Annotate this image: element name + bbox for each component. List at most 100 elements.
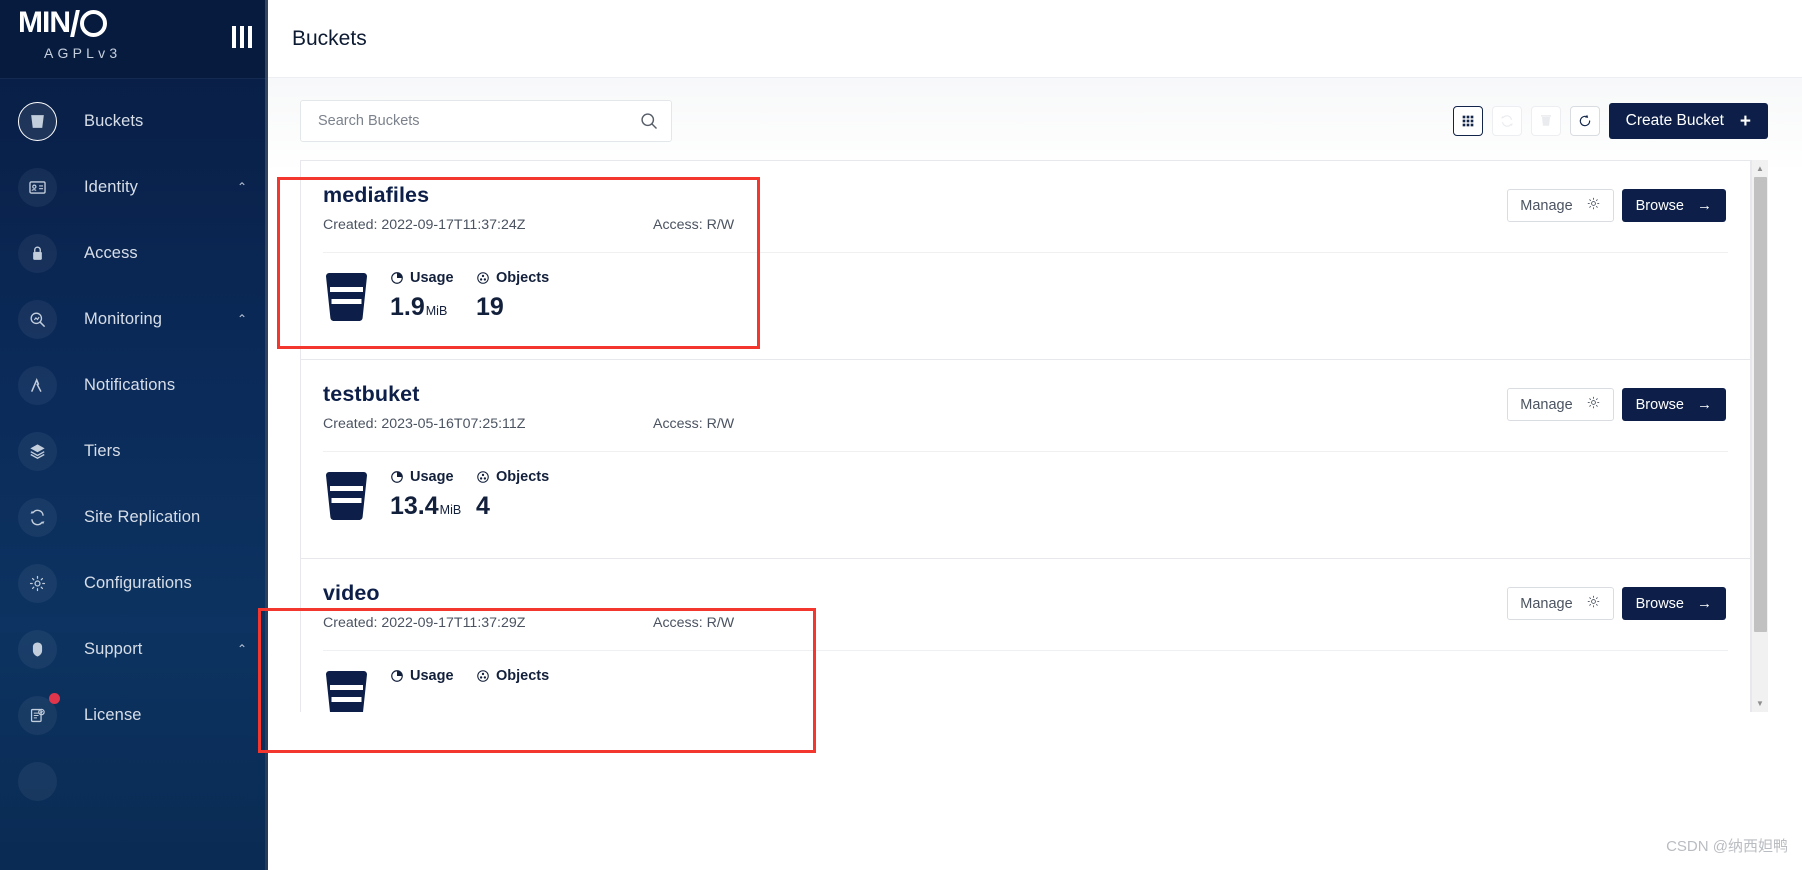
usage-text: Usage <box>410 468 454 485</box>
arrow-right-icon: → <box>1697 197 1712 214</box>
grid-view-button[interactable] <box>1452 106 1483 136</box>
card-divider <box>323 251 1728 253</box>
browse-button[interactable]: Browse → <box>1621 189 1726 222</box>
brand-license-label: AGPLv3 <box>44 45 122 61</box>
sidebar-item-label: Configurations <box>84 573 192 592</box>
create-bucket-label: Create Bucket <box>1625 112 1724 129</box>
sidebar-item-label: Support <box>84 639 143 658</box>
bucket-card-info: mediafiles Created: 2022-09-17T11:37:24Z… <box>323 183 1507 233</box>
search-icon[interactable] <box>639 111 659 131</box>
bucket-card[interactable]: video Created: 2022-09-17T11:37:29Z Acce… <box>300 558 1751 712</box>
objects-icon <box>477 669 489 682</box>
chevron-up-icon[interactable]: ⌃ <box>232 642 252 656</box>
objects-icon <box>477 271 489 284</box>
layers-icon <box>18 431 57 471</box>
sidebar-item-buckets[interactable]: Buckets <box>0 88 268 154</box>
bucket-glyph-icon <box>323 471 370 521</box>
objects-stat-label: Objects <box>476 668 556 684</box>
bucket-meta: Created: 2022-09-17T11:37:24Z Access: R/… <box>323 217 1507 233</box>
usage-text: Usage <box>410 269 454 286</box>
content-area: Create Bucket + mediafiles Created: <box>268 78 1802 870</box>
sidebar-item-label: Tiers <box>84 441 121 460</box>
headset-icon <box>18 629 57 669</box>
scroll-down-glyph: ▼ <box>1756 698 1764 708</box>
bucket-card[interactable]: testbuket Created: 2023-05-16T07:25:11Z … <box>300 359 1751 558</box>
sidebar-item-identity[interactable]: Identity ⌃ <box>0 154 268 220</box>
objects-icon <box>477 470 489 483</box>
scroll-down-arrow[interactable]: ▼ <box>1752 695 1769 712</box>
refresh-button[interactable] <box>1569 106 1600 136</box>
delete-button[interactable] <box>1530 106 1561 136</box>
objects-value: 4 <box>476 492 556 521</box>
license-doc-icon <box>18 692 60 735</box>
manage-button[interactable]: Manage <box>1507 587 1614 620</box>
stat-columns: Usage 13.4 MiB Objects 4 <box>390 469 556 521</box>
bucket-card-header: video Created: 2022-09-17T11:37:29Z Acce… <box>323 581 1750 631</box>
card-divider <box>323 450 1728 452</box>
browse-label: Browse <box>1635 595 1684 612</box>
browse-button[interactable]: Browse → <box>1621 587 1726 620</box>
manage-button[interactable]: Manage <box>1507 388 1614 421</box>
bucket-glyph-icon <box>323 272 370 322</box>
pie-chart-icon <box>391 669 403 682</box>
gear-icon <box>1586 395 1601 414</box>
partial-icon <box>18 761 57 801</box>
sidebar-nav: Buckets Identity ⌃ Access Monitoring ⌃ N… <box>0 78 268 814</box>
objects-text: Objects <box>496 269 550 286</box>
usage-number: 13.4 <box>390 491 439 520</box>
bucket-meta: Created: 2022-09-17T11:37:29Z Access: R/… <box>323 615 1507 631</box>
bucket-name: testbuket <box>323 382 420 406</box>
pie-chart-icon <box>391 470 403 483</box>
sidebar-item-monitoring[interactable]: Monitoring ⌃ <box>0 286 268 352</box>
scroll-up-glyph: ▲ <box>1756 163 1764 173</box>
search-wrapper <box>300 100 672 142</box>
objects-stat-label: Objects <box>476 469 556 485</box>
sidebar-item-configurations[interactable]: Configurations <box>0 550 268 616</box>
menu-toggle-icon[interactable] <box>232 26 252 48</box>
sidebar-item-label: License <box>84 705 142 724</box>
watermark: CSDN @纳西妲鸭 <box>1666 838 1788 855</box>
scroll-up-arrow[interactable]: ▲ <box>1752 160 1769 177</box>
sidebar: MIN AGPLv3 Buckets Identity ⌃ Access Mon… <box>0 0 268 870</box>
lambda-icon <box>18 365 57 405</box>
usage-stat: Usage <box>390 668 476 691</box>
gear-icon <box>1586 196 1601 215</box>
objects-text: Objects <box>496 667 550 684</box>
page-title: Buckets <box>292 26 367 50</box>
usage-stat-label: Usage <box>390 668 476 684</box>
sidebar-item-tiers[interactable]: Tiers <box>0 418 268 484</box>
scrollbar-track[interactable] <box>1752 177 1769 695</box>
usage-stat-label: Usage <box>390 469 476 485</box>
sidebar-item-license[interactable]: License <box>0 682 268 748</box>
scrollbar-thumb[interactable] <box>1753 177 1767 632</box>
manage-label: Manage <box>1520 595 1573 612</box>
bucket-meta: Created: 2023-05-16T07:25:11Z Access: R/… <box>323 416 1507 432</box>
browse-button[interactable]: Browse → <box>1621 388 1726 421</box>
sync-icon <box>1500 115 1513 127</box>
sidebar-item-partial[interactable] <box>0 748 268 814</box>
bucket-glyph-icon <box>323 670 370 712</box>
stat-columns: Usage Objects <box>390 668 556 691</box>
main-area: Buckets Search Buckets Create Bucket + m… <box>268 0 1802 870</box>
bucket-card[interactable]: mediafiles Created: 2022-09-17T11:37:24Z… <box>300 160 1751 359</box>
toolbar-actions: Create Bucket + <box>1452 103 1768 139</box>
sidebar-item-support[interactable]: Support ⌃ <box>0 616 268 682</box>
create-bucket-button[interactable]: Create Bucket + <box>1608 103 1768 139</box>
sidebar-item-notifications[interactable]: Notifications <box>0 352 268 418</box>
objects-text: Objects <box>496 468 550 485</box>
search-input[interactable] <box>300 100 672 142</box>
bucket-access: Access: R/W <box>653 415 735 432</box>
sidebar-item-label: Monitoring <box>84 309 163 328</box>
usage-stat: Usage 1.9 MiB <box>390 270 476 322</box>
bucket-card-header: testbuket Created: 2023-05-16T07:25:11Z … <box>323 382 1750 432</box>
chevron-up-icon[interactable]: ⌃ <box>232 180 252 194</box>
refresh-icon <box>1579 114 1590 127</box>
sidebar-item-site-replication[interactable]: Site Replication <box>0 484 268 550</box>
chevron-up-icon[interactable]: ⌃ <box>232 312 252 326</box>
manage-button[interactable]: Manage <box>1507 189 1614 222</box>
objects-number: 19 <box>476 292 504 321</box>
sync-button[interactable] <box>1491 106 1522 136</box>
vertical-scrollbar[interactable]: ▲ ▼ <box>1751 160 1768 712</box>
sync-arrows-icon <box>18 497 57 537</box>
sidebar-item-access[interactable]: Access <box>0 220 268 286</box>
